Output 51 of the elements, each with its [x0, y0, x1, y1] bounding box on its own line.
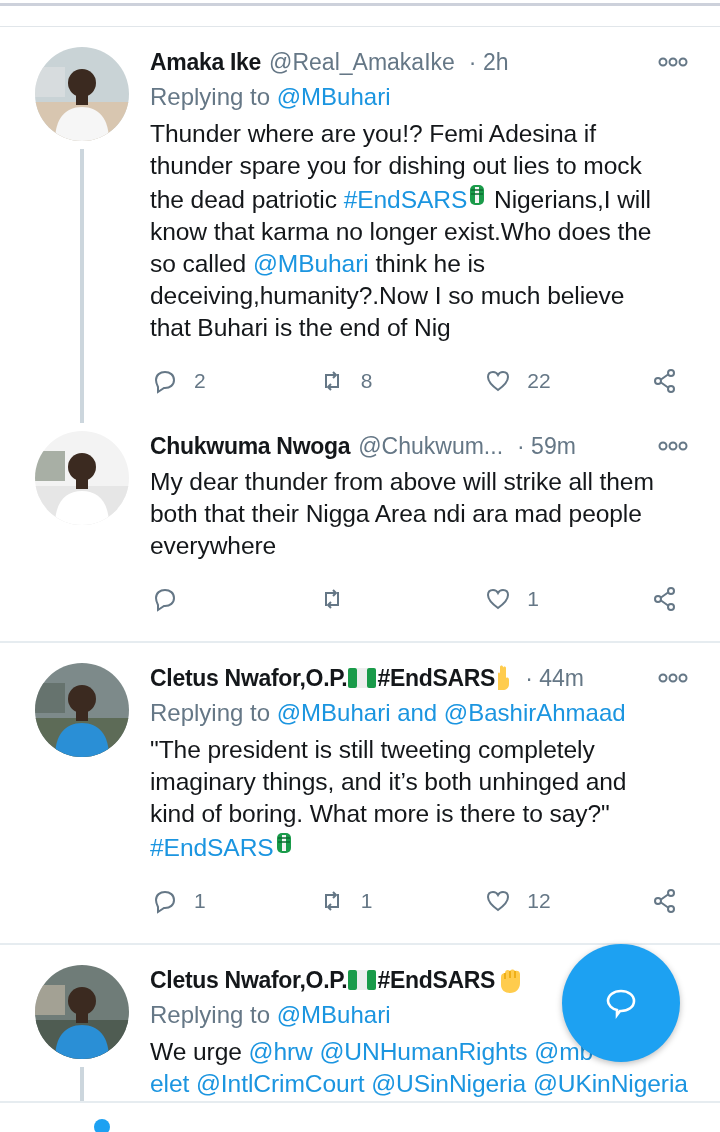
replying-to-text: Replying to @MBuhari: [150, 1000, 391, 1030]
action-count: 22: [527, 369, 551, 393]
nigeria-flag-icon: [347, 666, 378, 690]
more-icon[interactable]: [658, 672, 688, 684]
mention-link[interactable]: @hrw: [248, 1038, 313, 1065]
action-count: 1: [527, 587, 540, 611]
mention-link[interactable]: @IntlCrimCourt: [196, 1070, 365, 1097]
timestamp: · 2h: [468, 48, 509, 76]
share-icon[interactable]: [652, 586, 678, 612]
reply-icon[interactable]: [152, 368, 178, 394]
timestamp: · 44m: [525, 664, 584, 692]
tweet-text: "The president is still tweeting completely imaginary things, and it’s both unhinged and kind of boring. What more is there to say?" #EndSARS: [150, 735, 628, 863]
mention-link[interactable]: @MBuhari: [276, 1001, 391, 1028]
action-count: 2: [194, 369, 206, 393]
user-name: Cletus Nwafor,O.P.: [150, 966, 348, 994]
user-name: Chukwuma Nwoga: [150, 432, 351, 460]
tweet-text: My dear thunder from above will strike all them both that their Nigga Area ndi ara mad people everywhere: [150, 467, 655, 561]
heart-icon[interactable]: [485, 368, 512, 394]
more-icon[interactable]: [658, 440, 688, 452]
hashtag-link[interactable]: #EndSARS: [150, 834, 274, 861]
mention-link[interactable]: @MBuhari: [276, 83, 391, 110]
hashtag-link[interactable]: #EndSARS: [343, 186, 468, 213]
mention-link[interactable]: @USinNigeria: [371, 1070, 527, 1097]
more-icon[interactable]: [658, 56, 688, 68]
user-name: Amaka Ike: [150, 48, 262, 76]
hand-icon: [495, 664, 512, 692]
mention-link[interactable]: @MBuhari and @BashirAhmaad: [276, 699, 626, 726]
action-count: 1: [194, 889, 206, 913]
user-handle: @Real_AmakaIke: [269, 48, 455, 76]
action-count: 1: [360, 889, 373, 913]
heart-icon[interactable]: [485, 586, 512, 612]
user-handle: @Chukwum...: [358, 432, 504, 460]
user-name: #EndSARS: [377, 966, 496, 994]
action-count: 8: [360, 369, 373, 393]
replying-to-text: Replying to @MBuhari: [150, 82, 391, 112]
user-name: #EndSARS: [377, 664, 496, 692]
replying-to-text: Replying to @MBuhari and @BashirAhmaad: [150, 698, 626, 728]
user-name: Cletus Nwafor,O.P.: [150, 664, 348, 692]
share-icon[interactable]: [652, 888, 678, 914]
share-icon[interactable]: [652, 368, 678, 394]
timestamp: · 59m: [517, 432, 576, 460]
reply-icon[interactable]: [152, 888, 178, 914]
tweet-text: Thunder where are you!? Femi Adesina if thunder spare you for dishing out lies to mock the dead patriotic #EndSARS Nigerians,I will know that karma no longer exist.Who does the so called @MBuhari think he is deceiving,humanity?.Now I so much believe that Buhari is the end of Nig: [150, 119, 653, 343]
mention-link[interactable]: @UKinNigeria: [532, 1070, 688, 1097]
mention-link[interactable]: @MBuhari: [252, 250, 369, 277]
mention-link[interactable]: elet: [150, 1070, 190, 1097]
nigeria-flag-icon: [347, 968, 378, 992]
mention-link[interactable]: @UNHumanRights: [319, 1038, 528, 1065]
heart-icon[interactable]: [485, 888, 512, 914]
action-count: 12: [527, 889, 551, 913]
reply-icon[interactable]: [152, 586, 178, 612]
